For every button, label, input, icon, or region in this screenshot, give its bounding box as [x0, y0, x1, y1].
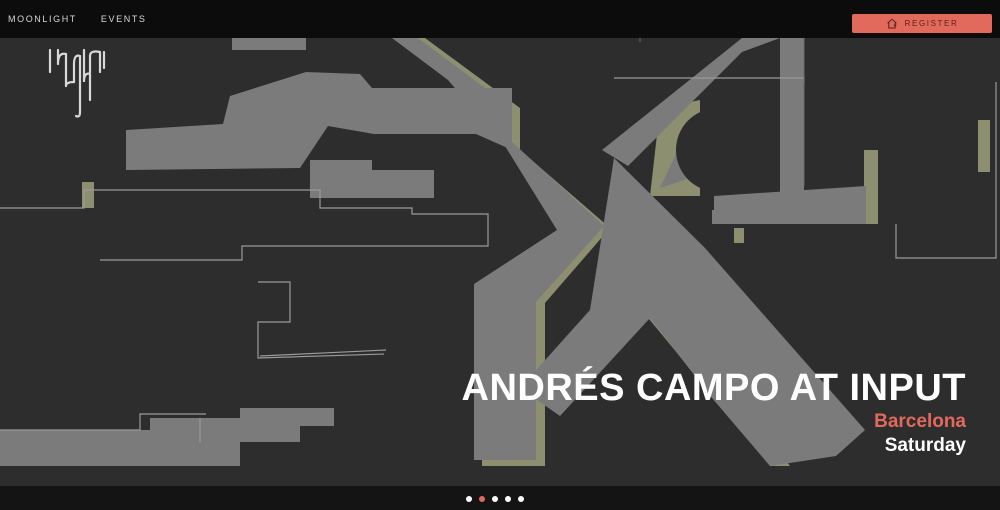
- carousel-dot-4[interactable]: [505, 496, 511, 502]
- carousel-dot-2[interactable]: [479, 496, 485, 502]
- top-navigation-bar: MOONLIGHT EVENTS: [0, 0, 1000, 38]
- nav-link-events[interactable]: EVENTS: [101, 14, 147, 24]
- home-plus-icon: [886, 18, 897, 29]
- event-day: Saturday: [884, 435, 966, 456]
- hero-banner[interactable]: ANDRÉS CAMPO AT INPUT Barcelona Saturday: [0, 38, 1000, 486]
- event-caption: ANDRÉS CAMPO AT INPUT Barcelona Saturday: [462, 366, 967, 458]
- carousel-pagination: [466, 496, 524, 502]
- carousel-dot-3[interactable]: [492, 496, 498, 502]
- site-logo: [48, 48, 106, 118]
- register-button[interactable]: REGISTER: [852, 14, 992, 33]
- nav-link-moonlight[interactable]: MOONLIGHT: [8, 14, 77, 24]
- register-label: REGISTER: [904, 19, 959, 28]
- event-city: Barcelona: [874, 411, 966, 432]
- main-nav: MOONLIGHT EVENTS: [8, 14, 147, 24]
- carousel-dot-5[interactable]: [518, 496, 524, 502]
- carousel-dot-1[interactable]: [466, 496, 472, 502]
- event-title[interactable]: ANDRÉS CAMPO AT INPUT: [462, 366, 967, 410]
